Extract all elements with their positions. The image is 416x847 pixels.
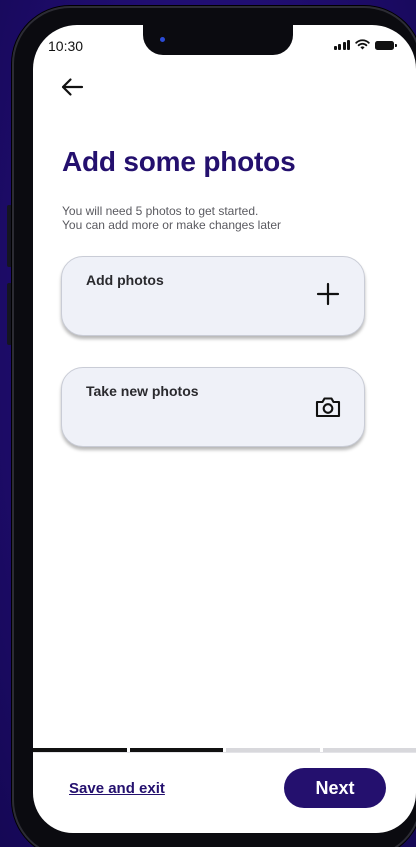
add-photos-button[interactable]: Add photos bbox=[61, 256, 365, 336]
footer-divider bbox=[33, 752, 416, 753]
phone-frame: 10:30 Add some photos You will need 5 ph… bbox=[12, 6, 416, 847]
camera-dot bbox=[160, 37, 165, 42]
add-photos-label: Add photos bbox=[86, 272, 164, 288]
app-screen: 10:30 Add some photos You will need 5 ph… bbox=[33, 25, 416, 833]
take-new-photos-button[interactable]: Take new photos bbox=[61, 367, 365, 447]
save-and-exit-link[interactable]: Save and exit bbox=[69, 780, 165, 797]
backdrop: 10:30 Add some photos You will need 5 ph… bbox=[0, 0, 416, 847]
subtitle-line-1: You will need 5 photos to get started. bbox=[62, 204, 259, 218]
take-new-photos-label: Take new photos bbox=[86, 383, 199, 399]
signal-icon bbox=[333, 40, 350, 50]
plus-icon bbox=[314, 280, 342, 308]
page-title: Add some photos bbox=[62, 146, 296, 177]
next-button[interactable]: Next bbox=[284, 768, 386, 808]
subtitle-line-2: You can add more or make changes later bbox=[62, 218, 282, 232]
arrow-left-icon bbox=[61, 78, 84, 96]
wifi-icon bbox=[355, 39, 370, 50]
status-icons bbox=[333, 39, 397, 50]
page-subtitle: You will need 5 photos to get started. Y… bbox=[62, 204, 281, 232]
back-button[interactable] bbox=[57, 73, 87, 101]
status-time: 10:30 bbox=[48, 38, 84, 54]
notch bbox=[143, 25, 293, 55]
battery-icon bbox=[375, 41, 397, 50]
camera-icon bbox=[314, 393, 342, 421]
